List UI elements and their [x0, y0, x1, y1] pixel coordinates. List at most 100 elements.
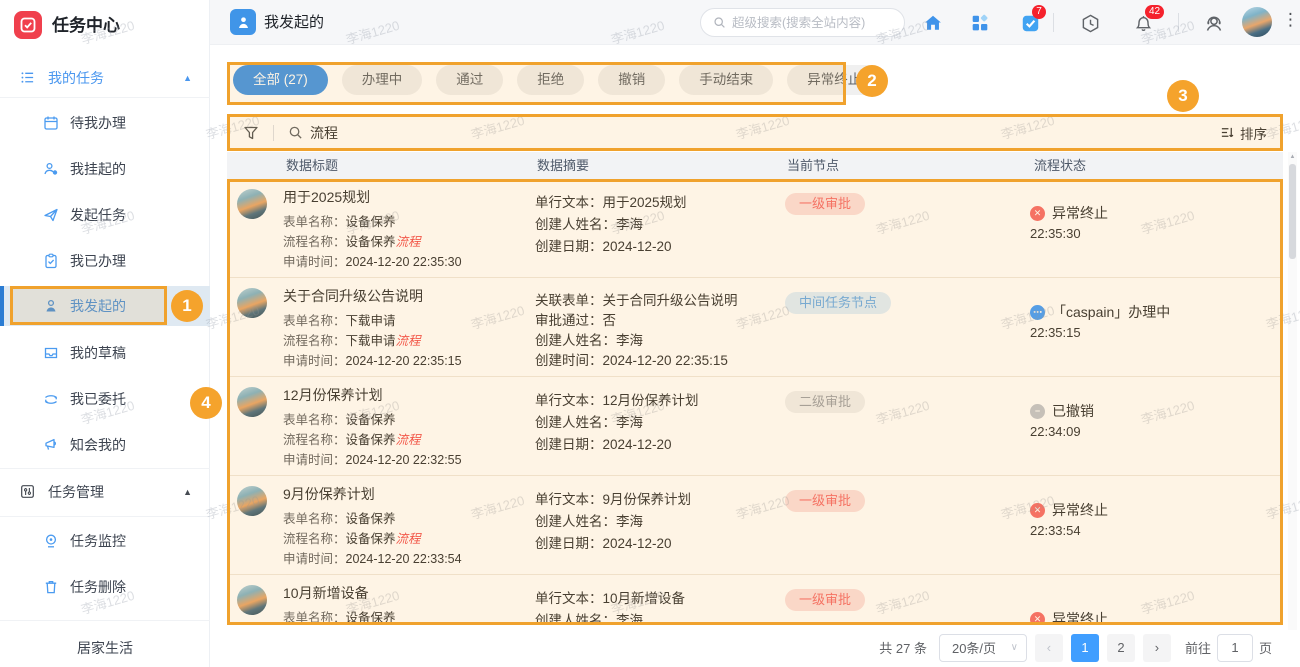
bell-icon[interactable]: 42	[1132, 12, 1154, 34]
apps-grid-icon[interactable]	[969, 12, 991, 34]
tab-processing[interactable]: 办理中	[342, 65, 423, 95]
table-row[interactable]: 关于合同升级公告说明 表单名称：下载申请 流程名称：下载申请流程 申请时间：20…	[227, 278, 1283, 377]
collapse-arrow-icon[interactable]: ▲	[183, 474, 192, 510]
more-menu-icon[interactable]: ⋮	[1282, 10, 1299, 30]
divider	[0, 516, 210, 517]
goto-page-input[interactable]	[1217, 634, 1253, 662]
highlight-match: 流程	[396, 334, 421, 348]
tab-revoked[interactable]: 撤销	[598, 65, 665, 95]
row-title: 用于2025规划	[283, 187, 370, 207]
status-time: 22:35:30	[1030, 226, 1081, 241]
field-value: 设备保养	[346, 532, 396, 546]
field-label: 创建人姓名：	[535, 333, 616, 348]
list-search-input[interactable]	[310, 125, 610, 141]
field-value: 2024-12-20 22:35:30	[346, 255, 462, 269]
sidebar-item-drafts[interactable]: 我的草稿	[0, 330, 210, 376]
field-label: 创建日期：	[535, 437, 603, 452]
divider	[0, 97, 210, 98]
field-value: 李海	[616, 613, 643, 625]
sidebar-item-label: 知会我的	[70, 422, 126, 468]
sidebar-item-initiate-task[interactable]: 发起任务	[0, 192, 210, 238]
tab-all[interactable]: 全部 (27)	[233, 65, 328, 95]
page-title-icon	[230, 9, 256, 35]
field-value: 设备保养	[346, 512, 396, 526]
field-label: 创建人姓名：	[535, 514, 616, 529]
scrollbar-thumb[interactable]	[1289, 164, 1296, 259]
page-title: 我发起的	[264, 0, 324, 45]
calendar-icon	[43, 115, 59, 131]
divider	[0, 468, 210, 469]
section-label: 我的任务	[48, 60, 104, 96]
col-header-node: 当前节点	[787, 152, 839, 179]
error-status-icon: ✕	[1030, 206, 1045, 221]
global-search[interactable]	[700, 8, 905, 37]
sidebar-item-initiated-by-me[interactable]: 我发起的	[0, 286, 210, 326]
page-button-2[interactable]: 2	[1107, 634, 1135, 662]
chevron-down-icon: ∨	[1011, 642, 1018, 653]
scrollbar[interactable]: ▲	[1288, 152, 1297, 630]
scroll-up-icon[interactable]: ▲	[1288, 152, 1297, 162]
filter-bar: 排序	[227, 114, 1283, 151]
table-row[interactable]: 用于2025规划 表单名称：设备保养 流程名称：设备保养流程 申请时间：2024…	[227, 179, 1283, 278]
field-value: 李海	[616, 217, 643, 232]
list-icon	[20, 70, 35, 85]
divider	[273, 125, 274, 141]
field-label: 申请时间：	[283, 552, 346, 566]
sidebar-item-notified[interactable]: 知会我的	[0, 422, 210, 468]
col-header-status: 流程状态	[1034, 152, 1086, 179]
home-icon[interactable]	[922, 12, 944, 34]
next-page-button[interactable]: ›	[1143, 634, 1171, 662]
sidebar-item-delegated[interactable]: 我已委托	[0, 376, 210, 422]
field-value: 2024-12-20 22:35:15	[346, 354, 462, 368]
field-label: 表单名称：	[283, 611, 346, 625]
field-value: 9月份保养计划	[603, 492, 692, 507]
field-value: 下载申请	[346, 314, 396, 328]
sidebar-section-task-management[interactable]: 任务管理 ▲	[0, 474, 210, 510]
topbar: 我发起的 7 42 ⋮	[210, 0, 1300, 45]
page-size-select[interactable]: 20条/页 ∨	[939, 634, 1027, 662]
history-clock-icon[interactable]	[1079, 12, 1101, 34]
list-search[interactable]	[288, 125, 1220, 141]
status-text: 「caspain」办理中	[1052, 302, 1170, 322]
field-value: 下载申请	[346, 334, 396, 348]
sidebar-item-task-monitor[interactable]: 任务监控	[0, 518, 210, 564]
user-icon	[43, 298, 59, 314]
field-label: 关联表单：	[535, 293, 603, 308]
app-name: 任务中心	[52, 8, 120, 44]
inbox-icon	[43, 345, 59, 361]
support-headset-icon[interactable]	[1203, 12, 1225, 34]
sidebar-section-my-tasks[interactable]: 我的任务 ▲	[0, 60, 210, 96]
highlight-match: 流程	[396, 532, 421, 546]
tab-manual-end[interactable]: 手动结束	[679, 65, 773, 95]
avatar	[237, 387, 267, 417]
field-label: 申请时间：	[283, 453, 346, 467]
page-button-1[interactable]: 1	[1071, 634, 1099, 662]
sidebar-item-suspended[interactable]: 我挂起的	[0, 146, 210, 192]
field-label: 创建人姓名：	[535, 415, 616, 430]
sidebar-footer: 居家生活	[0, 630, 210, 666]
field-value: 12月份保养计划	[603, 393, 699, 408]
app-logo-icon	[14, 11, 42, 39]
filter-funnel-icon[interactable]	[243, 125, 259, 141]
task-check-icon[interactable]: 7	[1019, 12, 1041, 34]
status-tabs: 全部 (27) 办理中 通过 拒绝 撤销 手动结束 异常终止	[233, 65, 881, 95]
user-avatar[interactable]	[1242, 7, 1272, 37]
field-value: 设备保养	[346, 235, 396, 249]
tab-abnormal-end[interactable]: 异常终止	[787, 65, 881, 95]
table-row[interactable]: 12月份保养计划 表单名称：设备保养 流程名称：设备保养流程 申请时间：2024…	[227, 377, 1283, 476]
sidebar-item-handled[interactable]: 我已办理	[0, 238, 210, 284]
collapse-arrow-icon[interactable]: ▲	[183, 60, 192, 96]
status-text: 异常终止	[1052, 609, 1108, 625]
field-label: 表单名称：	[283, 413, 346, 427]
table-row[interactable]: 10月新增设备 表单名称：设备保养 单行文本：10月新增设备 创建人姓名：李海 …	[227, 575, 1283, 625]
megaphone-icon	[43, 437, 59, 453]
sidebar-item-task-delete[interactable]: 任务删除	[0, 564, 210, 610]
sidebar-item-todo[interactable]: 待我办理	[0, 100, 210, 146]
table-row[interactable]: 9月份保养计划 表单名称：设备保养 流程名称：设备保养流程 申请时间：2024-…	[227, 476, 1283, 575]
tab-rejected[interactable]: 拒绝	[517, 65, 584, 95]
field-value: 2024-12-20	[603, 437, 672, 452]
prev-page-button[interactable]: ‹	[1035, 634, 1063, 662]
tab-passed[interactable]: 通过	[436, 65, 503, 95]
global-search-input[interactable]	[732, 16, 892, 30]
sort-control[interactable]: 排序	[1220, 123, 1267, 143]
